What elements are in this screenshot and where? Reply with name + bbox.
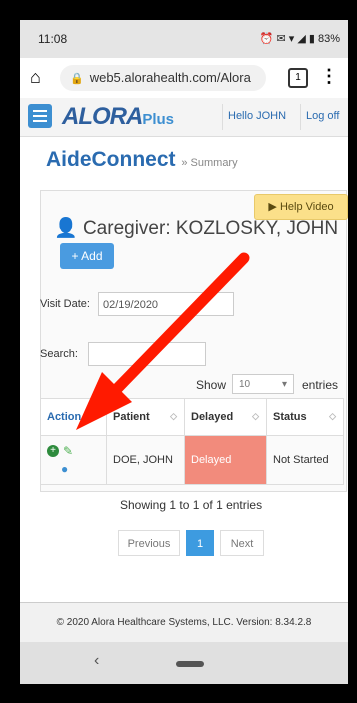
status-bar: 11:08 ⏰ ✉ ▾ ◢ ▮ 83% [20, 20, 348, 58]
sort-icon: ◇ [329, 411, 336, 421]
add-button[interactable]: + Add [60, 243, 114, 269]
add-visit-icon[interactable]: + [47, 445, 59, 457]
edit-icon[interactable]: ✎ [63, 444, 73, 458]
more-menu-icon[interactable]: ⋮ [320, 66, 338, 87]
visit-date-input[interactable]: 02/19/2020 [98, 292, 234, 316]
play-icon: ▶ [268, 201, 277, 213]
lock-icon: 🔒 [70, 73, 84, 85]
column-header-status[interactable]: Status ◇ [266, 398, 344, 436]
battery-level: 83% [317, 33, 340, 45]
home-pill-icon[interactable] [176, 661, 204, 667]
summary-table: Action Patient ◇ Delayed ◇ Status ◇ + ✎ ● DO… [40, 398, 344, 485]
delayed-cell: Delayed [184, 435, 267, 485]
android-nav-bar: ‹ [20, 642, 348, 684]
search-input[interactable] [88, 342, 206, 366]
hello-user-link[interactable]: Hello JOHN [228, 110, 286, 122]
phone-screen: 11:08 ⏰ ✉ ▾ ◢ ▮ 83% ⌂ 🔒 web5.alorahealth.… [20, 20, 348, 684]
action-cell: + ✎ ● [40, 435, 107, 485]
entries-select[interactable]: 10 ▾ [232, 374, 294, 394]
column-header-action[interactable]: Action [40, 398, 107, 436]
address-bar[interactable]: 🔒 web5.alorahealth.com/Alora [60, 65, 266, 91]
page-footer: © 2020 Alora Healthcare Systems, LLC. Ve… [20, 602, 348, 643]
browser-toolbar: ⌂ 🔒 web5.alorahealth.com/Alora 1 ⋮ [20, 58, 348, 99]
help-video-button[interactable]: ▶ Help Video [254, 194, 348, 220]
sort-icon: ◇ [252, 411, 259, 421]
status-icons: ⏰ ✉ ▾ ◢ ▮ 83% [259, 33, 340, 45]
status-cell: Not Started [266, 435, 344, 485]
patient-cell: DOE, JOHN [106, 435, 185, 485]
table-row: + ✎ ● DOE, JOHN Delayed Not Started [40, 435, 344, 485]
show-label: Show [196, 378, 227, 392]
chevron-down-icon: ▾ [281, 379, 287, 390]
person-icon[interactable]: ● [61, 462, 105, 476]
status-time: 11:08 [38, 32, 68, 46]
url-text: web5.alorahealth.com/Alora [89, 70, 251, 85]
next-page-button[interactable]: Next [220, 530, 264, 556]
home-icon[interactable]: ⌂ [30, 67, 41, 88]
sort-icon: ◇ [170, 411, 177, 421]
column-header-patient[interactable]: Patient ◇ [106, 398, 185, 436]
app-header: ALORAPlus Hello JOHN Log off [20, 98, 348, 137]
hamburger-menu-icon[interactable] [28, 104, 52, 128]
user-icon: 👤 [54, 218, 78, 239]
search-label: Search: [40, 348, 78, 360]
entries-label: entries [302, 378, 339, 392]
alora-logo[interactable]: ALORAPlus [62, 103, 174, 131]
back-icon[interactable]: ‹ [94, 652, 99, 670]
page-title: AideConnect » Summary [46, 148, 238, 171]
showing-entries-text: Showing 1 to 1 of 1 entries [120, 498, 263, 512]
page-1-button[interactable]: 1 [186, 530, 214, 556]
previous-page-button[interactable]: Previous [118, 530, 180, 556]
visit-date-label: Visit Date: [40, 298, 90, 310]
column-header-delayed[interactable]: Delayed ◇ [184, 398, 267, 436]
logoff-link[interactable]: Log off [306, 110, 339, 122]
tab-switcher-button[interactable]: 1 [288, 68, 308, 88]
breadcrumb: » Summary [181, 157, 238, 169]
